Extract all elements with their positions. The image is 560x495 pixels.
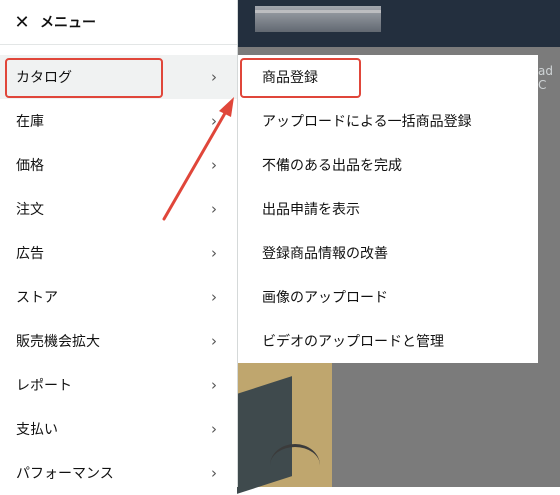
annotation-arrow-icon [162,97,234,221]
